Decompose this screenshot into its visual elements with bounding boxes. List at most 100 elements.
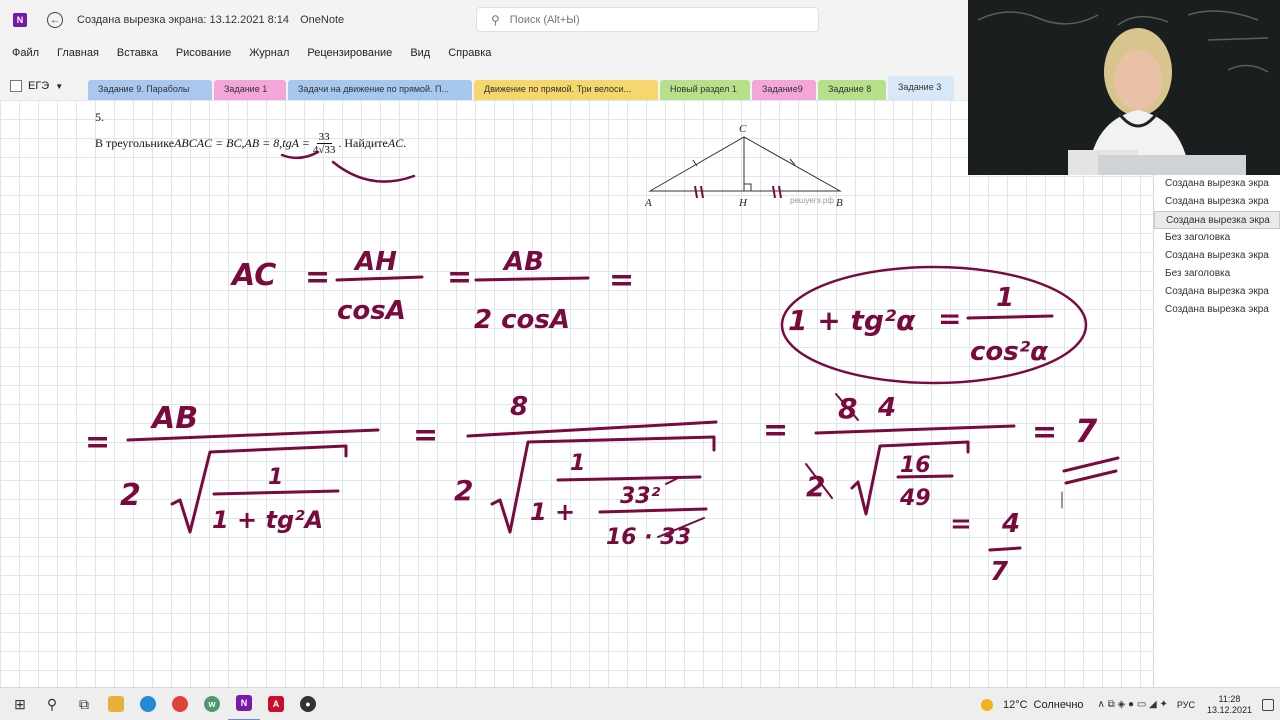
hw-inner-num3: 16 xyxy=(900,453,931,478)
page-item[interactable]: Создана вырезка экра xyxy=(1154,175,1280,193)
back-button[interactable]: ← xyxy=(47,12,63,28)
hw-cosa: cosA xyxy=(337,296,406,326)
vertex-c-label: C xyxy=(739,123,747,135)
page-item[interactable]: Создана вырезка экра xyxy=(1154,301,1280,319)
edge-icon[interactable] xyxy=(132,688,164,720)
section-tab[interactable]: Задание 3 xyxy=(888,76,954,100)
section-tab[interactable]: Новый раздел 1 xyxy=(660,80,750,100)
page-list: Создана вырезка экра Создана вырезка экр… xyxy=(1153,175,1280,687)
menu-home[interactable]: Главная xyxy=(57,47,99,59)
search-input[interactable]: ⚲ Поиск (Alt+Ы) xyxy=(476,7,819,32)
hw-identity-eq: = xyxy=(938,302,961,335)
page-item[interactable]: Создана вырезка экра xyxy=(1154,283,1280,301)
section-tab[interactable]: Задание 1 xyxy=(214,80,286,100)
menu-review[interactable]: Рецензирование xyxy=(307,47,392,59)
section-tab[interactable]: Движение по прямой. Три велоси... xyxy=(474,80,658,100)
taskbar: ⊞ ⚲ ⧉ w N A ● 12°C Солнечно ∧ ⧉ ◈ ● ▭ ◢ … xyxy=(0,687,1280,720)
weather-temp: 12°C xyxy=(1002,698,1028,711)
weather-text: Солнечно xyxy=(1033,698,1084,711)
figure-watermark: решуегэ.рф xyxy=(790,196,834,205)
page-item[interactable]: Создана вырезка экра xyxy=(1154,247,1280,265)
hw-eq3: = xyxy=(609,263,634,298)
clock[interactable]: 11:28 13.12.2021 xyxy=(1207,694,1252,716)
hw-eq6: = xyxy=(763,413,788,448)
section-tab[interactable]: Задание 8 xyxy=(818,80,886,100)
hw-eq4: = xyxy=(85,425,110,460)
app-name: OneNote xyxy=(300,14,345,26)
hw-result: 7 xyxy=(1075,412,1098,450)
page-item-selected[interactable]: Создана вырезка экра xyxy=(1154,211,1280,229)
figure-ticks xyxy=(694,185,782,199)
hw-ab: AB xyxy=(502,247,544,277)
menu-help[interactable]: Справка xyxy=(448,47,491,59)
hw-ah: AH xyxy=(353,247,397,277)
clock-date: 13.12.2021 xyxy=(1206,704,1252,715)
hw-four: 4 xyxy=(877,393,896,423)
search-placeholder: Поиск (Alt+Ы) xyxy=(509,13,580,26)
hw-inner-num2: 1 xyxy=(570,451,585,476)
handwritten-solution: AC = AH cosA = AB 2 cosA = 1 + tg²α = 1 … xyxy=(85,247,1098,587)
tray-icons[interactable]: ∧ ⧉ ◈ ● ▭ ◢ ✦ xyxy=(1098,699,1168,710)
hw-eq7: = xyxy=(1032,415,1057,450)
problem-underlines xyxy=(280,150,416,183)
hw-side-eq: = xyxy=(950,509,972,539)
hw-side-num: 4 xyxy=(1001,509,1020,539)
hw-eq5: = xyxy=(413,418,438,453)
obs-icon[interactable]: ● xyxy=(292,688,324,720)
onenote-app-icon: N xyxy=(13,13,27,27)
language-indicator[interactable]: РУС xyxy=(1177,700,1195,710)
hw-coef1: 2 xyxy=(120,478,141,513)
task-view-icon[interactable]: ⧉ xyxy=(68,688,100,720)
section-bar: ЕГЭ ▼ Задание 9. Параболы Задание 1 Зада… xyxy=(0,66,968,100)
hw-inner-num1: 1 xyxy=(268,465,283,490)
section-tabs: Задание 9. Параболы Задание 1 Задачи на … xyxy=(88,76,956,100)
page-item[interactable]: Без заголовка xyxy=(1154,265,1280,283)
window-title: Создана вырезка экрана: 13.12.2021 8:14 … xyxy=(77,14,344,26)
hw-inner-den3: 49 xyxy=(899,486,931,511)
webcam-overlay xyxy=(968,0,1280,175)
onenote-screen: N ← Создана вырезка экрана: 13.12.2021 8… xyxy=(0,0,1280,720)
weather-widget[interactable]: 12°C Солнечно xyxy=(980,698,1084,711)
menu-file[interactable]: Файл xyxy=(12,47,39,59)
section-tab[interactable]: Задачи на движение по прямой. П... xyxy=(288,80,472,100)
menu-view[interactable]: Вид xyxy=(410,47,430,59)
file-explorer-icon[interactable] xyxy=(100,688,132,720)
hw-ac: AC xyxy=(230,258,276,293)
hw-identity-den: cos²α xyxy=(970,337,1048,367)
menu-draw[interactable]: Рисование xyxy=(176,47,231,59)
hw-side-den: 7 xyxy=(990,557,1009,587)
page-item[interactable]: Создана вырезка экра xyxy=(1154,193,1280,211)
whiteboard-icon[interactable]: w xyxy=(196,688,228,720)
notification-icon[interactable] xyxy=(1262,698,1274,711)
triangle-figure xyxy=(648,136,842,192)
section-tab[interactable]: Задание 9. Параболы xyxy=(88,80,212,100)
hw-inner-den1: 1 + tg²A xyxy=(212,506,323,534)
start-icon[interactable]: ⊞ xyxy=(4,688,36,720)
presenter-video xyxy=(968,0,1280,175)
page-canvas[interactable]: 5. В треугольнике ABC AC = BC, AB = 8, t… xyxy=(0,100,1153,687)
arrow-left-icon: ← xyxy=(50,14,60,26)
vertex-a-label: A xyxy=(644,197,652,209)
hw-eq1: = xyxy=(305,260,330,295)
search-icon: ⚲ xyxy=(491,12,500,27)
notebook-selector[interactable]: ЕГЭ ▼ xyxy=(10,80,63,92)
hw-inner-den2-a: 1 + xyxy=(530,498,575,526)
hw-2cosa: 2 cosA xyxy=(474,305,570,335)
hw-ab2: AB xyxy=(150,401,198,436)
vertex-h-label: H xyxy=(738,197,748,209)
hw-identity-num: 1 xyxy=(996,283,1014,313)
section-tab[interactable]: Задание9 xyxy=(752,80,816,100)
hw-eq2: = xyxy=(447,260,472,295)
onenote-icon[interactable]: N xyxy=(228,688,260,720)
page-item[interactable]: Без заголовка xyxy=(1154,229,1280,247)
notebook-name: ЕГЭ xyxy=(28,80,50,92)
search-icon[interactable]: ⚲ xyxy=(36,688,68,720)
chevron-down-icon: ▼ xyxy=(55,81,64,91)
hw-identity-lhs: 1 + tg²α xyxy=(788,304,916,337)
chrome-icon[interactable] xyxy=(164,688,196,720)
notebook-icon xyxy=(10,80,22,92)
acrobat-icon[interactable]: A xyxy=(260,688,292,720)
system-tray: 12°C Солнечно ∧ ⧉ ◈ ● ▭ ◢ ✦ РУС 11:28 13… xyxy=(980,688,1274,720)
menu-history[interactable]: Журнал xyxy=(249,47,289,59)
menu-insert[interactable]: Вставка xyxy=(117,47,158,59)
